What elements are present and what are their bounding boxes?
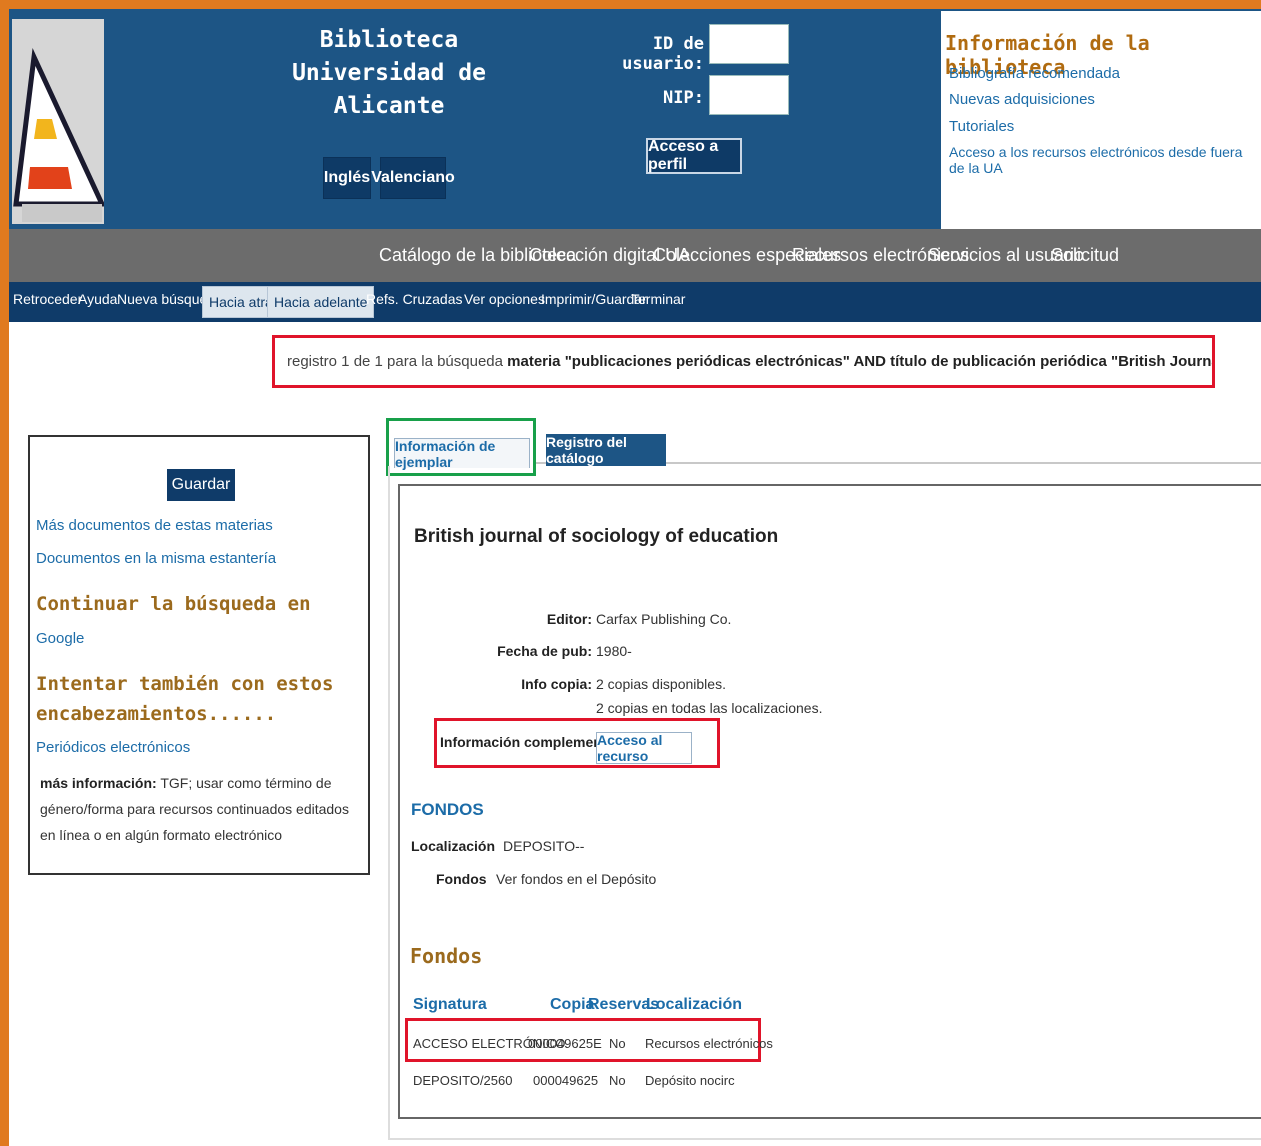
subnav-terminar[interactable]: Terminar — [631, 291, 685, 307]
localizacion-label: Localización — [411, 838, 496, 854]
library-info-panel: Información de la biblioteca Bibliografí… — [941, 11, 1261, 229]
info-copia-value-2: 2 copias en todas las localizaciones. — [596, 700, 823, 716]
record-detail: British journal of sociology of educatio… — [398, 484, 1261, 1119]
sub-nav: Retroceder Ayuda Nueva búsqueda Hacia at… — [9, 282, 1261, 322]
info-link-bibliografia[interactable]: Bibliografía recomendada — [949, 65, 1120, 82]
tab-highlight-green — [386, 418, 536, 476]
content-bottom-border — [388, 1138, 1261, 1140]
link-more-subjects[interactable]: Más documentos de estas materias — [36, 517, 273, 534]
profile-access-button[interactable]: Acceso a perfil — [646, 138, 742, 174]
user-id-label: ID de usuario: — [622, 34, 704, 74]
row2-signatura: DEPOSITO/2560 — [413, 1073, 513, 1088]
subnav-refs-cruzadas[interactable]: Refs. Cruzadas — [366, 291, 462, 307]
editor-label: Editor: — [546, 611, 592, 627]
language-valenciano-button[interactable]: Valenciano — [371, 157, 455, 199]
link-same-shelf[interactable]: Documentos en la misma estantería — [36, 550, 276, 567]
save-button[interactable]: Guardar — [167, 469, 235, 501]
link-periodicos-electronicos[interactable]: Periódicos electrónicos — [36, 739, 190, 756]
header: Biblioteca Universidad de Alicante Inglé… — [9, 9, 1261, 229]
fondos-label: Fondos — [436, 871, 487, 887]
info-link-acceso-remoto[interactable]: Acceso a los recursos electrónicos desde… — [949, 144, 1261, 176]
search-summary: registro 1 de 1 para la búsqueda materia… — [272, 335, 1215, 388]
summary-prefix: registro 1 de 1 para la búsqueda — [287, 353, 503, 370]
fondos-heading: FONDOS — [411, 800, 484, 819]
subnav-hacia-adelante[interactable]: Hacia adelante — [267, 286, 375, 318]
nav-solicitud[interactable]: Solicitud — [1051, 245, 1119, 266]
university-logo[interactable] — [12, 19, 106, 224]
subnav-ver-opciones[interactable]: Ver opciones — [464, 291, 545, 307]
fecha-value: 1980- — [596, 643, 632, 659]
main-nav: Catálogo de la biblioteca Colección digi… — [9, 229, 1261, 282]
row1-localizacion: Recursos electrónicos — [645, 1036, 773, 1051]
user-id-input[interactable] — [709, 24, 789, 64]
col-localizacion: Localización — [646, 996, 743, 1013]
col-signatura: Signatura — [413, 996, 487, 1013]
row1-copia: 000049625E — [528, 1036, 602, 1051]
language-english-button[interactable]: Inglés — [323, 157, 371, 199]
link-google[interactable]: Google — [36, 630, 84, 647]
nip-label: NIP: — [663, 88, 704, 108]
subnav-retroceder[interactable]: Retroceder — [13, 291, 82, 307]
summary-query: materia "publicaciones periódicas electr… — [507, 353, 1212, 370]
subnav-ayuda[interactable]: Ayuda — [78, 291, 117, 307]
record-title: British journal of sociology of educatio… — [414, 526, 779, 547]
fecha-label: Fecha de pub: — [497, 643, 592, 659]
more-info-label: más información: — [40, 775, 157, 791]
content-left-border — [388, 466, 390, 1138]
try-headings-heading-2: encabezamientos...... — [36, 703, 277, 725]
info-copia-value-1: 2 copias disponibles. — [596, 676, 726, 692]
more-info-text: más información: TGF; usar como término … — [40, 770, 364, 848]
continue-search-heading: Continuar la búsqueda en — [36, 593, 311, 615]
title-line-1: Biblioteca — [319, 27, 459, 53]
editor-value: Carfax Publishing Co. — [596, 611, 732, 627]
localizacion-value: DEPOSITO-- — [503, 838, 585, 854]
info-link-tutoriales[interactable]: Tutoriales — [949, 118, 1014, 135]
holdings-heading: Fondos — [410, 944, 483, 968]
try-headings-heading-1: Intentar también con estos — [36, 673, 334, 695]
row2-copia: 000049625 — [533, 1073, 599, 1088]
row2-reservas: No — [609, 1073, 626, 1088]
nip-input[interactable] — [709, 75, 789, 115]
tab-registro-catalogo[interactable]: Registro del catálogo — [546, 434, 666, 466]
library-title: Biblioteca Universidad de Alicante — [249, 24, 529, 123]
left-panel: Guardar Más documentos de estas materias… — [28, 435, 370, 875]
info-copia-label: Info copia: — [521, 676, 592, 692]
row1-reservas: No — [609, 1036, 626, 1051]
resource-access-button[interactable]: Acceso al recurso — [596, 732, 692, 764]
fondos-value[interactable]: Ver fondos en el Depósito — [496, 871, 656, 887]
logo-icon — [12, 19, 106, 224]
title-line-2: Universidad de Alicante — [292, 60, 486, 119]
row2-localizacion: Depósito nocirc — [645, 1073, 735, 1088]
info-link-adquisiciones[interactable]: Nuevas adquisiciones — [949, 91, 1095, 108]
